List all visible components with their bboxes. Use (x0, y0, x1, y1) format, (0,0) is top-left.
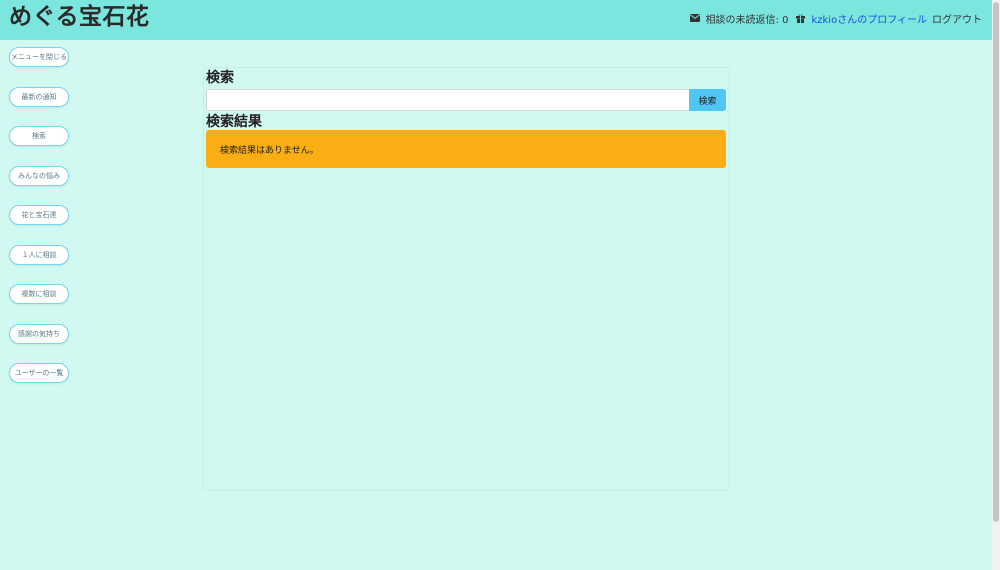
profile-link[interactable]: kzkioさんのプロフィール (811, 11, 927, 26)
sidebar-item-search[interactable]: 検索 (9, 126, 69, 146)
sidebar-item-gratitude[interactable]: 感謝の気持ち (9, 323, 69, 344)
page-scrollbar[interactable] (992, 0, 1000, 570)
sidebar-item-everyones-worries[interactable]: みんなの悩み (9, 165, 69, 186)
search-form: 検索 (206, 89, 726, 111)
sidebar-item-user-list[interactable]: ユーザーの一覧 (9, 363, 69, 383)
search-button[interactable]: 検索 (689, 89, 726, 111)
sidebar-menu: メニューを閉じる 最新の通知 検索 みんなの悩み 花と宝石達 １人に相談 複数に… (9, 47, 71, 403)
search-input[interactable] (206, 89, 689, 111)
close-menu-button[interactable]: メニューを閉じる (9, 47, 69, 67)
logout-link[interactable]: ログアウト (932, 11, 982, 26)
sidebar-item-consult-multiple[interactable]: 複数に相談 (9, 284, 69, 304)
no-results-message: 検索結果はありません。 (220, 145, 319, 156)
header-status-bar: 相談の未読返信: 0 kzkioさんのプロフィール ログアウト (689, 11, 982, 26)
scrollbar-thumb[interactable] (993, 2, 999, 522)
envelope-icon (689, 14, 700, 22)
search-results-heading: 検索結果 (206, 114, 262, 130)
gift-icon (796, 13, 806, 23)
top-header: めぐる宝石花 相談の未読返信: 0 kzkioさんのプロフィール ログアウト (0, 0, 992, 40)
search-heading: 検索 (206, 70, 234, 86)
site-title[interactable]: めぐる宝石花 (9, 2, 150, 32)
sidebar-item-consult-one[interactable]: １人に相談 (9, 244, 69, 265)
no-results-alert: 検索結果はありません。 (206, 130, 726, 168)
sidebar-item-notifications[interactable]: 最新の通知 (9, 86, 69, 107)
sidebar-item-flowers-and-gems[interactable]: 花と宝石達 (9, 205, 69, 225)
unread-replies-count: 相談の未読返信: 0 (705, 14, 789, 26)
